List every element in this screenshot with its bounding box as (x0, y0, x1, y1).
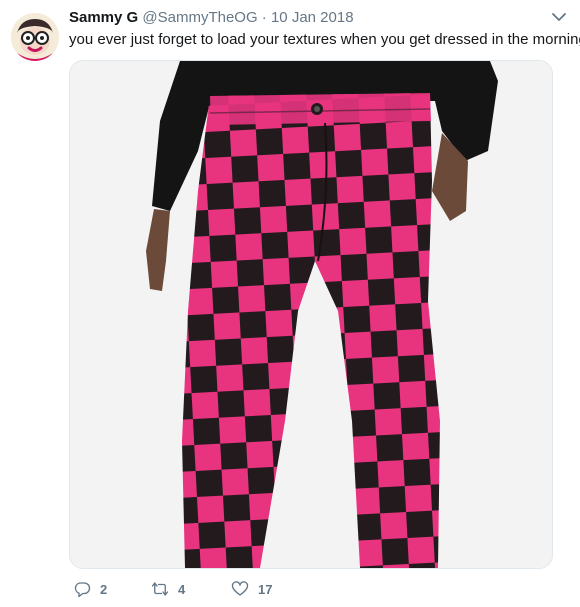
avatar[interactable] (11, 13, 59, 61)
reply-button[interactable]: 2 (73, 580, 151, 598)
author-name[interactable]: Sammy G (69, 9, 138, 26)
tweet-text: you ever just forget to load your textur… (69, 31, 580, 48)
retweet-button[interactable]: 4 (151, 580, 231, 598)
tweet-header: Sammy G @SammyTheOG · 10 Jan 2018 (69, 8, 354, 28)
retweet-icon (151, 582, 169, 596)
reply-count: 2 (100, 581, 108, 597)
tweet: Sammy G @SammyTheOG · 10 Jan 2018 you ev… (0, 0, 580, 607)
tweet-actions: 2 4 17 (69, 578, 311, 600)
like-button[interactable]: 17 (231, 580, 311, 598)
reply-icon (74, 582, 91, 598)
chevron-down-icon[interactable] (552, 12, 566, 22)
tweet-media-photo[interactable] (69, 60, 553, 569)
tweet-date[interactable]: 10 Jan 2018 (271, 9, 354, 26)
author-handle[interactable]: @SammyTheOG (142, 9, 257, 26)
heart-icon (231, 581, 249, 596)
cartoon-avatar-icon (11, 13, 59, 61)
separator-dot: · (261, 9, 267, 26)
like-count: 17 (258, 581, 273, 597)
retweet-count: 4 (178, 581, 186, 597)
checkered-pants-photo (70, 61, 552, 568)
